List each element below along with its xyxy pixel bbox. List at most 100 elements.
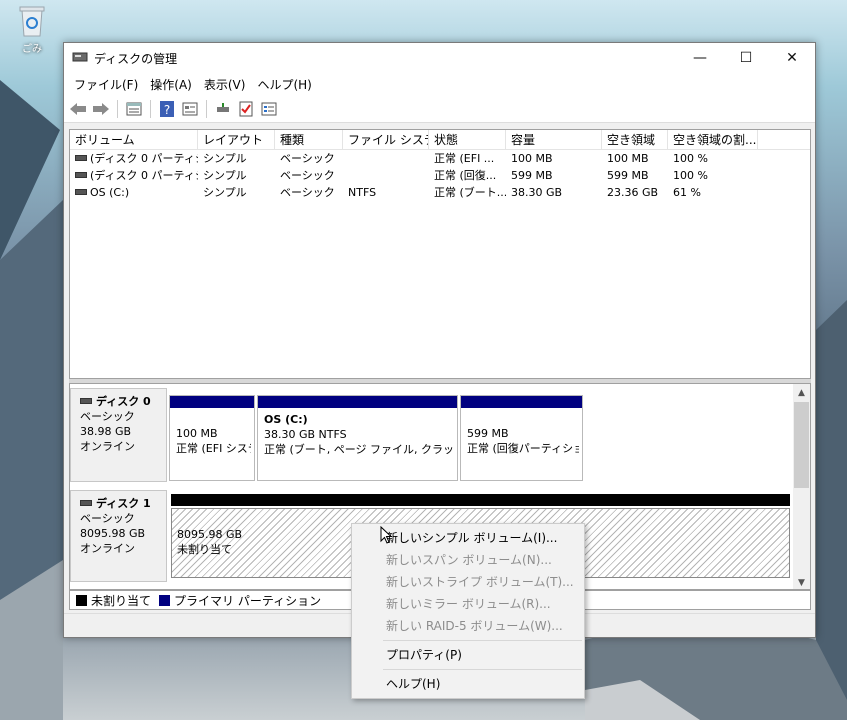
partition-name: OS (C:) xyxy=(264,413,308,426)
table-row[interactable]: OS (C:) シンプル ベーシック NTFS 正常 (ブート... 38.30… xyxy=(70,184,810,201)
menu-new-mirrored-volume: 新しいミラー ボリューム(R)... xyxy=(386,597,551,611)
partition-status: 正常 (EFI システ xyxy=(176,442,251,455)
table-cell: 61 % xyxy=(673,186,701,199)
partition-size: 38.30 GB NTFS xyxy=(264,428,347,441)
menu-bar: ファイル(F) 操作(A) 表示(V) ヘルプ(H) xyxy=(64,73,815,95)
legend-swatch-primary xyxy=(159,594,171,606)
table-cell: シンプル xyxy=(203,152,247,165)
disk-0-info[interactable]: ディスク 0 ベーシック 38.98 GB オンライン xyxy=(70,388,167,482)
window-title: ディスクの管理 xyxy=(94,51,178,66)
menu-view[interactable]: 表示(V) xyxy=(198,76,252,93)
column-volume[interactable]: ボリューム xyxy=(70,130,198,149)
volume-icon xyxy=(75,155,87,161)
partition-bar xyxy=(170,396,254,408)
partition-recovery[interactable]: 599 MB 正常 (回復パーティショ xyxy=(460,395,583,481)
table-row[interactable]: (ディスク 0 パーティシ... シンプル ベーシック 正常 (EFI ... … xyxy=(70,150,810,167)
toolbar-separator xyxy=(150,99,151,118)
disk-1-size: 8095.98 GB xyxy=(80,527,146,540)
column-free-space[interactable]: 空き領域 xyxy=(602,130,668,149)
partition-efi[interactable]: 100 MB 正常 (EFI システ xyxy=(169,395,255,481)
legend-swatch-unallocated xyxy=(76,594,87,606)
menu-help[interactable]: ヘルプ(H) xyxy=(251,76,317,93)
volume-list: ボリューム レイアウト 種類 ファイル システム 状態 容量 空き領域 空き領域… xyxy=(69,129,811,379)
table-cell: 正常 (ブート... xyxy=(434,186,506,199)
partition-bar xyxy=(171,494,790,506)
table-cell: 100 % xyxy=(673,169,708,182)
menu-file[interactable]: ファイル(F) xyxy=(68,76,144,93)
table-cell: ベーシック xyxy=(280,169,335,182)
recycle-bin[interactable]: ごみ xyxy=(12,4,52,55)
settings-icon[interactable] xyxy=(259,99,279,119)
table-cell: 100 % xyxy=(673,152,708,165)
volume-list-header: ボリューム レイアウト 種類 ファイル システム 状態 容量 空き領域 空き領域… xyxy=(70,130,810,150)
disk-1-info[interactable]: ディスク 1 ベーシック 8095.98 GB オンライン xyxy=(70,490,167,582)
table-cell: 正常 (回復... xyxy=(434,169,497,182)
recycle-bin-icon xyxy=(19,6,45,37)
partition-size: 100 MB xyxy=(176,427,218,440)
table-cell: シンプル xyxy=(203,186,247,199)
close-button[interactable]: ✕ xyxy=(769,43,815,73)
column-free-percent[interactable]: 空き領域の割... xyxy=(668,130,758,149)
partition-os-c[interactable]: OS (C:) 38.30 GB NTFS 正常 (ブート, ページ ファイル,… xyxy=(257,395,458,481)
column-filesystem[interactable]: ファイル システム xyxy=(343,130,429,149)
table-cell xyxy=(343,167,429,184)
table-cell: OS (C:) xyxy=(90,186,130,199)
scroll-down-icon[interactable]: ▼ xyxy=(793,574,810,589)
properties-icon[interactable] xyxy=(180,99,200,119)
table-cell: 100 MB xyxy=(607,152,649,165)
disk-0-type: ベーシック xyxy=(80,410,135,423)
maximize-button[interactable]: ☐ xyxy=(723,43,769,73)
disk-0-name: ディスク 0 xyxy=(96,395,151,408)
menu-new-striped-volume: 新しいストライプ ボリューム(T)... xyxy=(386,575,574,589)
disk-0-status: オンライン xyxy=(80,440,135,453)
column-type[interactable]: 種類 xyxy=(275,130,343,149)
svg-text:?: ? xyxy=(164,103,170,117)
menu-action[interactable]: 操作(A) xyxy=(144,76,198,93)
toolbar-separator xyxy=(117,99,118,118)
legend-unallocated: 未割り当て xyxy=(91,593,152,608)
disk-0-size: 38.98 GB xyxy=(80,425,132,438)
column-status[interactable]: 状態 xyxy=(429,130,506,149)
forward-icon[interactable] xyxy=(91,99,111,119)
table-cell: 599 MB xyxy=(607,169,649,182)
disk-1-type: ベーシック xyxy=(80,512,135,525)
partition-status: 正常 (ブート, ページ ファイル, クラッシュ ダ xyxy=(264,443,454,456)
table-cell: 599 MB xyxy=(511,169,553,182)
connect-icon[interactable] xyxy=(213,99,233,119)
help-icon[interactable]: ? xyxy=(157,99,177,119)
menu-properties[interactable]: プロパティ(P) xyxy=(352,644,584,666)
table-cell: (ディスク 0 パーティシ... xyxy=(90,169,198,182)
table-cell: 正常 (EFI ... xyxy=(434,152,495,165)
table-cell: ベーシック xyxy=(280,186,335,199)
disk-1-name: ディスク 1 xyxy=(96,497,151,510)
table-row[interactable]: (ディスク 0 パーティシ... シンプル ベーシック 正常 (回復... 59… xyxy=(70,167,810,184)
disk-1-status: オンライン xyxy=(80,542,135,555)
volume-icon xyxy=(75,172,87,178)
table-cell xyxy=(343,150,429,167)
title-bar[interactable]: ディスクの管理 — ☐ ✕ xyxy=(64,43,815,73)
partition-size: 599 MB xyxy=(467,427,509,440)
recycle-bin-label: ごみ xyxy=(22,44,42,55)
table-cell: シンプル xyxy=(203,169,247,182)
back-icon[interactable] xyxy=(68,99,88,119)
disk-0-row: ディスク 0 ベーシック 38.98 GB オンライン 100 MB 正常 (E… xyxy=(70,388,795,488)
table-cell: 100 MB xyxy=(511,152,553,165)
scroll-thumb[interactable] xyxy=(794,402,809,488)
menu-separator xyxy=(383,669,582,670)
minimize-button[interactable]: — xyxy=(677,43,723,73)
table-cell: 23.36 GB xyxy=(607,186,659,199)
partition-bar xyxy=(258,396,457,408)
column-capacity[interactable]: 容量 xyxy=(506,130,602,149)
toolbar-separator xyxy=(206,99,207,118)
menu-help-item[interactable]: ヘルプ(H) xyxy=(352,673,584,695)
check-icon[interactable] xyxy=(236,99,256,119)
scroll-up-icon[interactable]: ▲ xyxy=(793,384,810,401)
menu-new-raid5-volume: 新しい RAID-5 ボリューム(W)... xyxy=(386,619,563,633)
mouse-cursor-icon xyxy=(380,526,392,544)
disk-management-app-icon xyxy=(72,50,88,67)
list-view-icon[interactable] xyxy=(124,99,144,119)
menu-new-spanned-volume: 新しいスパン ボリューム(N)... xyxy=(386,553,552,567)
column-layout[interactable]: レイアウト xyxy=(198,130,275,149)
table-cell: ベーシック xyxy=(280,152,335,165)
disk-pane-scrollbar[interactable]: ▲ ▼ xyxy=(793,384,810,589)
